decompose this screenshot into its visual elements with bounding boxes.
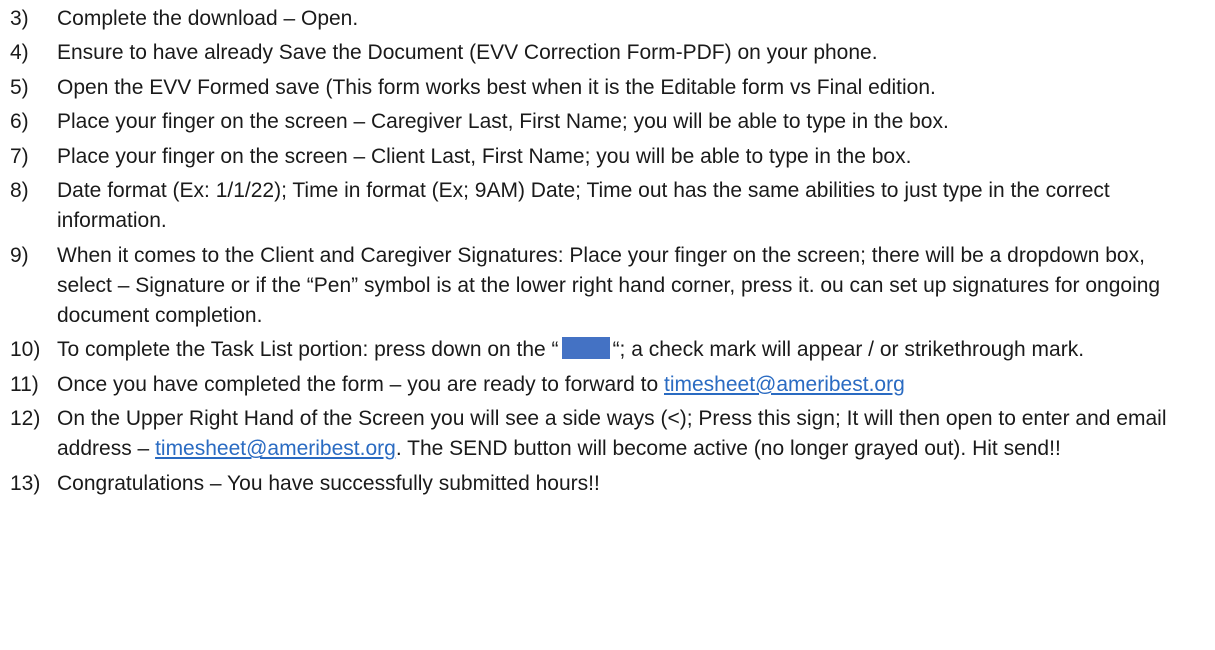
step-text-before: Once you have completed the form – you a…	[57, 372, 664, 396]
list-item: 13) Congratulations – You have successfu…	[0, 469, 1215, 499]
step-number: 5)	[10, 75, 29, 99]
list-item: 11) Once you have completed the form – y…	[0, 370, 1215, 400]
step-number: 4)	[10, 41, 29, 65]
step-number: 13)	[10, 471, 41, 495]
list-item: 12) On the Upper Right Hand of the Scree…	[0, 404, 1215, 464]
step-number: 12)	[10, 407, 41, 431]
list-item: 9) When it comes to the Client and Careg…	[0, 241, 1215, 332]
step-text: Complete the download – Open.	[57, 7, 359, 30]
step-text: Place your finger on the screen – Client…	[57, 144, 912, 168]
step-text: Date format (Ex: 1/1/22); Time in format…	[57, 178, 1110, 233]
list-item: 7) Place your finger on the screen – Cli…	[0, 142, 1215, 172]
step-number: 3)	[10, 7, 29, 30]
step-text: When it comes to the Client and Caregive…	[57, 243, 1161, 327]
step-number: 10)	[10, 338, 41, 362]
step-text-after: . The SEND button will become active (no…	[395, 437, 1061, 461]
list-item: 5) Open the EVV Formed save (This form w…	[0, 73, 1215, 103]
list-item: 6) Place your finger on the screen – Car…	[0, 107, 1215, 137]
step-text: Ensure to have already Save the Document…	[57, 41, 878, 65]
step-text-before: To complete the Task List portion: press…	[57, 338, 559, 362]
list-item: 8) Date format (Ex: 1/1/22); Time in for…	[0, 176, 1215, 236]
instruction-list: 3) Complete the download – Open. 4) Ensu…	[0, 4, 1215, 499]
list-item: 4) Ensure to have already Save the Docum…	[0, 38, 1215, 68]
step-text: Open the EVV Formed save (This form work…	[57, 75, 936, 99]
step-number: 11)	[10, 372, 39, 396]
list-item: 10) To complete the Task List portion: p…	[0, 335, 1215, 365]
step-text: Place your finger on the screen – Caregi…	[57, 110, 949, 134]
list-item: 3) Complete the download – Open.	[0, 4, 1215, 34]
checkbox-swatch-icon	[561, 337, 610, 360]
step-number: 7)	[10, 144, 29, 168]
step-number: 8)	[10, 178, 29, 202]
email-link[interactable]: timesheet@ameribest.org	[155, 437, 396, 460]
step-text: Congratulations – You have successfully …	[57, 471, 600, 495]
step-text-after: “; a check mark will appear / or striket…	[612, 338, 1085, 362]
step-text: On the Upper Right Hand of the Screen yo…	[57, 404, 1215, 464]
step-text: To complete the Task List portion: press…	[57, 335, 1215, 365]
step-text: Once you have completed the form – you a…	[57, 370, 1215, 400]
document-page: 3) Complete the download – Open. 4) Ensu…	[0, 0, 1215, 650]
step-number: 9)	[10, 243, 29, 267]
step-number: 6)	[10, 110, 29, 134]
email-link[interactable]: timesheet@ameribest.org	[664, 373, 905, 396]
